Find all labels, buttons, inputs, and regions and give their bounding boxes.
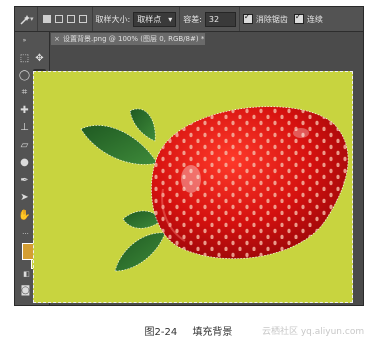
move-icon[interactable]: ✥ — [33, 52, 46, 65]
tolerance-input[interactable]: 32 — [204, 11, 236, 27]
add-selection-icon[interactable] — [54, 15, 63, 23]
quick-mask-icon[interactable]: ◙ — [19, 284, 32, 297]
figure-number: 图2-24 — [144, 327, 178, 338]
chevron-down-icon[interactable]: ▾ — [30, 15, 34, 23]
eraser-icon[interactable]: ▱ — [18, 139, 31, 152]
new-selection-icon[interactable] — [42, 15, 51, 23]
panel-collapse-icon[interactable]: » — [18, 34, 31, 47]
pen-icon[interactable]: ✒ — [18, 174, 31, 187]
sample-size-label: 取样大小: — [95, 14, 131, 24]
options-bar: ▾ 取样大小: 取样点 容差: 32 消除锯齿 连续 — [15, 7, 363, 32]
figure-title: 填充背景 — [192, 327, 233, 338]
selection-mode-group — [38, 7, 93, 31]
document-tab-title: 设置背景.png @ 100% (图层 0, RGB/8#) * — [63, 35, 205, 43]
tool-preset-group: ▾ — [15, 7, 38, 31]
extra-tools-icon[interactable]: ··· — [19, 228, 32, 241]
healing-icon[interactable]: ✚ — [18, 104, 31, 117]
antialias-checkbox[interactable] — [242, 12, 253, 24]
stamp-icon[interactable]: ⊥ — [18, 121, 31, 134]
close-icon[interactable]: × — [54, 33, 60, 45]
contiguous-checkbox[interactable] — [293, 12, 304, 24]
intersect-selection-icon[interactable] — [78, 15, 87, 23]
strawberry-image — [80, 106, 349, 272]
blur-icon[interactable]: ● — [18, 156, 31, 169]
marquee-icon[interactable]: ⬚ — [18, 52, 31, 65]
default-colors-icon[interactable]: ◧ — [20, 268, 33, 281]
tolerance-label: 容差: — [183, 14, 202, 24]
contiguous-label: 连续 — [306, 14, 323, 24]
hand-icon[interactable]: ✋ — [18, 209, 31, 222]
subtract-selection-icon[interactable] — [66, 15, 75, 23]
watermark: 云栖社区 yq.aliyun.com — [262, 327, 365, 337]
antialias-label: 消除锯齿 — [255, 14, 288, 24]
magic-wand-icon[interactable] — [19, 14, 30, 25]
tolerance-group: 容差: 32 — [180, 7, 240, 31]
document-canvas[interactable] — [33, 71, 353, 303]
path-select-icon[interactable]: ➤ — [18, 191, 31, 204]
sample-size-select[interactable]: 取样点 — [133, 11, 177, 27]
antialias-group: 消除锯齿 连续 — [240, 7, 326, 31]
lasso-icon[interactable]: ◯ — [18, 69, 31, 82]
document-tab[interactable]: × 设置背景.png @ 100% (图层 0, RGB/8#) * — [51, 33, 205, 45]
crop-icon[interactable]: ⌗ — [18, 86, 31, 99]
sample-size-group: 取样大小: 取样点 — [93, 7, 181, 31]
